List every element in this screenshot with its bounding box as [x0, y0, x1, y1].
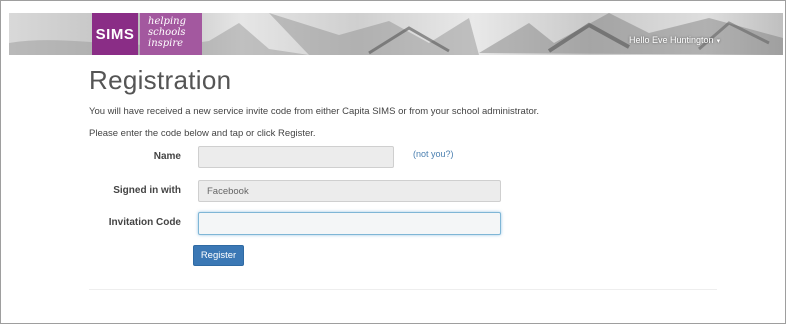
user-menu[interactable]: Hello Eve Huntington ▾ — [629, 35, 720, 45]
not-you-link[interactable]: (not you?) — [413, 149, 454, 159]
intro-text: You will have received a new service inv… — [89, 106, 540, 117]
page-title: Registration — [89, 65, 232, 95]
tagline: helping schools inspire — [140, 13, 202, 55]
chevron-down-icon: ▾ — [716, 37, 721, 45]
tagline-line-1: helping — [148, 16, 186, 27]
sims-logo[interactable]: SIMS — [92, 13, 138, 55]
instruction-text: Please enter the code below and tap or c… — [89, 128, 316, 139]
signed-in-with-field[interactable] — [198, 180, 501, 202]
logo-text: SIMS — [95, 25, 135, 43]
header-banner: SIMS helping schools inspire Hello Eve H… — [9, 13, 783, 55]
tagline-line-3: inspire — [148, 38, 184, 49]
footer-divider — [89, 289, 717, 290]
user-greeting: Hello Eve Huntington — [629, 35, 714, 45]
signed-in-with-label: Signed in with — [113, 185, 181, 196]
name-label: Name — [153, 151, 181, 162]
page-frame: SIMS helping schools inspire Hello Eve H… — [0, 0, 786, 324]
invitation-code-input[interactable] — [198, 212, 501, 235]
name-field[interactable] — [198, 146, 394, 168]
tagline-line-2: schools — [148, 27, 186, 38]
register-button[interactable]: Register — [193, 245, 244, 266]
invitation-code-label: Invitation Code — [108, 217, 181, 228]
